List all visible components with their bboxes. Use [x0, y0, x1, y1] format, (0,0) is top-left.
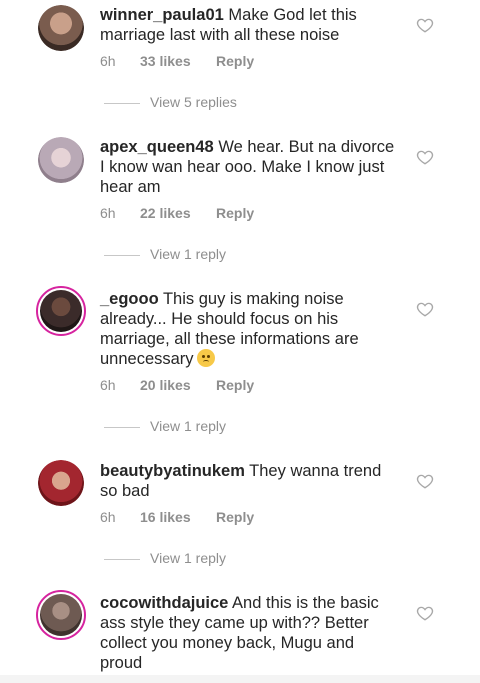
- view-replies-label: View 1 reply: [150, 418, 227, 434]
- avatar-image: [38, 137, 84, 183]
- comment-username[interactable]: cocowithdajuice: [100, 594, 228, 612]
- heart-outline-icon[interactable]: [416, 604, 434, 622]
- comment-username[interactable]: winner_paula01: [100, 6, 224, 24]
- comment-meta: 6h 22 likes Reply: [100, 205, 254, 221]
- bottom-edge: [0, 675, 480, 683]
- comment-likes[interactable]: 16 likes: [140, 509, 216, 525]
- view-replies-label: View 1 reply: [150, 246, 227, 262]
- view-replies-link[interactable]: View 5 replies: [104, 94, 237, 110]
- view-replies-link[interactable]: View 1 reply: [104, 418, 226, 434]
- avatar[interactable]: [38, 137, 84, 183]
- replies-divider: [104, 426, 140, 428]
- comment-username[interactable]: beautybyatinukem: [100, 462, 245, 480]
- heart-outline-icon[interactable]: [416, 300, 434, 318]
- comment-meta: 6h 33 likes Reply: [100, 53, 254, 69]
- view-replies-label: View 1 reply: [150, 550, 227, 566]
- reply-button[interactable]: Reply: [216, 377, 254, 393]
- comment-text-block: _egooo This guy is making noise already.…: [100, 289, 400, 369]
- reply-button[interactable]: Reply: [216, 205, 254, 221]
- comment-username[interactable]: _egooo: [100, 290, 159, 308]
- avatar[interactable]: [38, 460, 84, 506]
- comment-meta: 6h 16 likes Reply: [100, 509, 254, 525]
- avatar-image: [40, 594, 82, 636]
- comment-username[interactable]: apex_queen48: [100, 138, 214, 156]
- avatar[interactable]: [38, 5, 84, 51]
- avatar-image: [40, 290, 82, 332]
- avatar-image: [38, 5, 84, 51]
- avatar-with-story-ring[interactable]: [36, 286, 86, 336]
- view-replies-link[interactable]: View 1 reply: [104, 246, 226, 262]
- comment-likes[interactable]: 33 likes: [140, 53, 216, 69]
- comment-time: 6h: [100, 205, 116, 221]
- comment-text-block: winner_paula01 Make God let this marriag…: [100, 5, 400, 45]
- comment-time: 6h: [100, 53, 116, 69]
- heart-outline-icon[interactable]: [416, 16, 434, 34]
- replies-divider: [104, 558, 140, 560]
- comment-time: 6h: [100, 377, 116, 393]
- comment-text-block: apex_queen48 We hear. But na divorce I k…: [100, 137, 400, 197]
- reply-button[interactable]: Reply: [216, 53, 254, 69]
- avatar-image: [38, 460, 84, 506]
- heart-outline-icon[interactable]: [416, 148, 434, 166]
- comment-time: 6h: [100, 509, 116, 525]
- reply-button[interactable]: Reply: [216, 509, 254, 525]
- avatar-with-story-ring[interactable]: [36, 590, 86, 640]
- comments-feed: winner_paula01 Make God let this marriag…: [0, 0, 480, 683]
- comment-text-block: cocowithdajuice And this is the basic as…: [100, 593, 400, 673]
- heart-outline-icon[interactable]: [416, 472, 434, 490]
- comment-text-block: beautybyatinukem They wanna trend so bad: [100, 461, 400, 501]
- comment-meta: 6h 20 likes Reply: [100, 377, 254, 393]
- view-replies-label: View 5 replies: [150, 94, 237, 110]
- comment-likes[interactable]: 22 likes: [140, 205, 216, 221]
- comment-likes[interactable]: 20 likes: [140, 377, 216, 393]
- replies-divider: [104, 102, 140, 104]
- sad-face-emoji: [196, 349, 215, 367]
- view-replies-link[interactable]: View 1 reply: [104, 550, 226, 566]
- replies-divider: [104, 254, 140, 256]
